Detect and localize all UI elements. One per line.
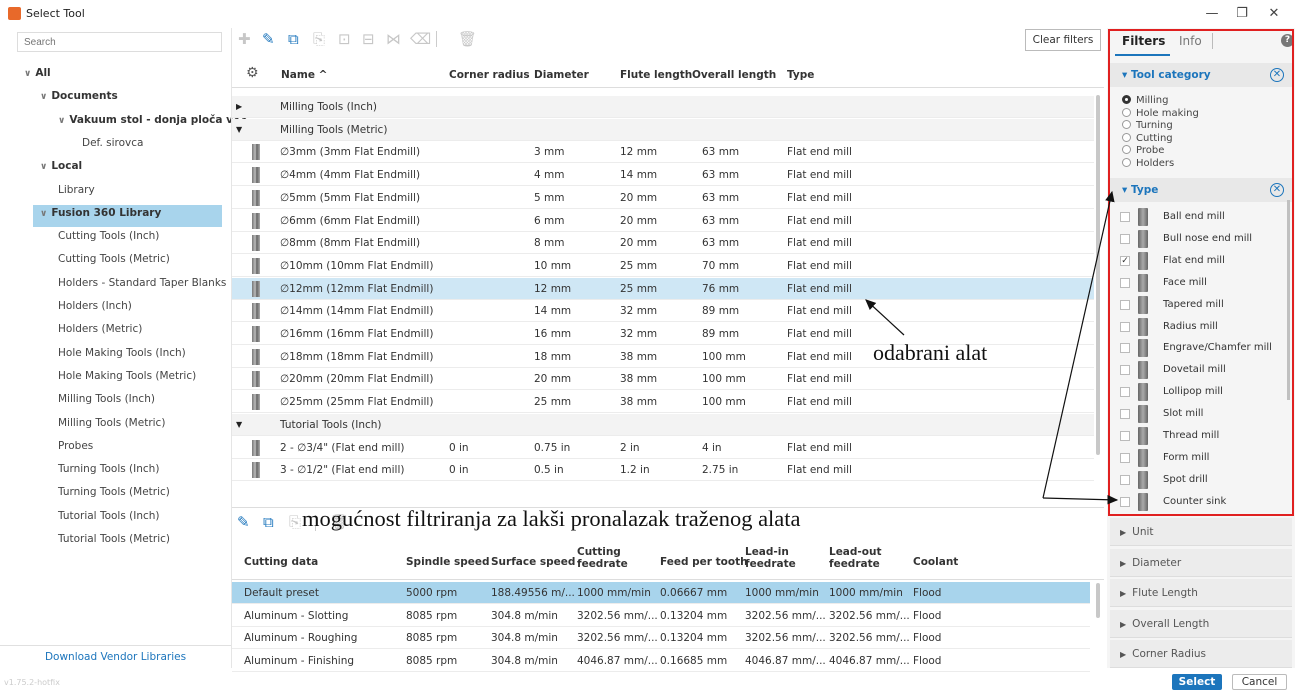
annotation-arrows bbox=[865, 190, 1119, 505]
annotation-selected-tool: odabrani alat bbox=[873, 340, 988, 365]
arrow-to-type-filter bbox=[1042, 190, 1115, 499]
annotation-filter-note: mogućnost filtriranja za lakši pronalaza… bbox=[302, 506, 801, 531]
arrow-to-selected-tool bbox=[865, 299, 905, 336]
arrow-to-filter-list bbox=[1042, 494, 1119, 505]
